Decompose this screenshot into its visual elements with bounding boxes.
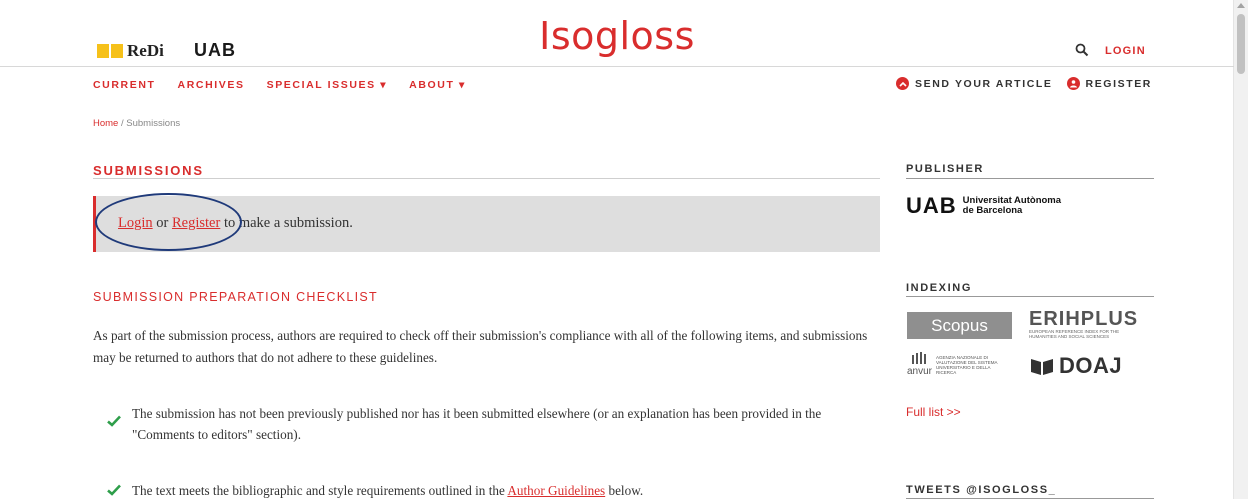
uab-publisher-name: Universitat Autònoma de Barcelona	[963, 196, 1061, 216]
anvur-text: AGENZIA NAZIONALE DI VALUTAZIONE DEL SIS…	[936, 354, 998, 375]
scopus-logo[interactable]: Scopus	[907, 312, 1012, 339]
nav-current[interactable]: CURRENT	[93, 79, 156, 91]
doaj-book-icon	[1031, 359, 1053, 375]
register-link[interactable]: REGISTER	[1086, 78, 1152, 90]
header-divider	[0, 66, 1234, 67]
breadcrumb-separator: /	[120, 118, 124, 129]
nav-special-issues[interactable]: SPECIAL ISSUES ▾	[267, 79, 388, 91]
title-divider	[93, 178, 880, 179]
breadcrumb: Home / Submissions	[93, 118, 180, 129]
checklist-item-text: The submission has not been previously p…	[132, 406, 822, 442]
checklist-intro: As part of the submission process, autho…	[93, 328, 868, 365]
uab-publisher-mark: UAB	[906, 193, 957, 218]
erihplus-mark: ERIHPLUS	[1029, 308, 1139, 330]
full-list-link[interactable]: Full list >>	[906, 405, 961, 419]
indexing-divider	[906, 296, 1154, 297]
checklist-item-text-start: The text meets the bibliographic and sty…	[132, 483, 505, 498]
checklist-item-text: The text meets the bibliographic and sty…	[132, 480, 872, 501]
breadcrumb-home[interactable]: Home	[93, 118, 118, 129]
doaj-text: DOAJ	[1059, 353, 1123, 378]
checklist-item-text-end: below.	[608, 483, 644, 498]
uab-name-line2: de Barcelona	[962, 205, 1023, 216]
page-scrollbar[interactable]	[1233, 0, 1248, 499]
scroll-up-arrow-icon[interactable]	[1237, 3, 1245, 8]
anvur-mark-text: anvur	[907, 366, 933, 377]
user-icon	[1066, 77, 1080, 90]
page-title: SUBMISSIONS	[93, 163, 204, 178]
nav-about[interactable]: ABOUT ▾	[409, 79, 466, 91]
doaj-logo[interactable]: DOAJ	[1029, 353, 1122, 379]
scrollbar-thumb[interactable]	[1237, 14, 1245, 74]
send-article-link[interactable]: SEND YOUR ARTICLE	[915, 78, 1052, 90]
checklist-title: SUBMISSION PREPARATION CHECKLIST	[93, 290, 378, 304]
search-icon[interactable]	[1075, 43, 1089, 57]
uab-publisher-logo[interactable]: UAB Universitat Autònoma de Barcelona	[906, 193, 1061, 219]
author-guidelines-link[interactable]: Author Guidelines	[507, 483, 605, 498]
anvur-logo[interactable]: anvur AGENZIA NAZIONALE DI VALUTAZIONE D…	[907, 352, 1000, 377]
notice-rest: to make a submission.	[223, 215, 353, 231]
site-title[interactable]: Isogloss	[0, 14, 1234, 58]
breadcrumb-current: Submissions	[126, 118, 181, 129]
main-nav: CURRENT ARCHIVES SPECIAL ISSUES ▾ ABOUT …	[93, 79, 466, 91]
checkmark-icon	[107, 484, 121, 496]
checkmark-icon	[107, 415, 121, 427]
erihplus-logo[interactable]: ERIHPLUS EUROPEAN REFERENCE INDEX FOR TH…	[1029, 308, 1139, 339]
user-nav: SEND YOUR ARTICLE REGISTER	[896, 77, 1152, 90]
anvur-building-icon	[911, 352, 926, 364]
chevron-up-circle-icon	[896, 77, 910, 90]
anvur-mark: anvur	[907, 352, 932, 377]
login-link[interactable]: LOGIN	[1105, 45, 1146, 57]
publisher-heading: PUBLISHER	[906, 163, 984, 175]
highlight-ellipse-annotation	[95, 193, 242, 251]
indexing-heading: INDEXING	[906, 282, 972, 294]
publisher-divider	[906, 178, 1154, 179]
erihplus-subtitle: EUROPEAN REFERENCE INDEX FOR THE HUMANIT…	[1029, 329, 1120, 339]
tweets-heading: TWEETS @ISOGLOSS_	[906, 484, 1057, 496]
nav-archives[interactable]: ARCHIVES	[178, 79, 245, 91]
